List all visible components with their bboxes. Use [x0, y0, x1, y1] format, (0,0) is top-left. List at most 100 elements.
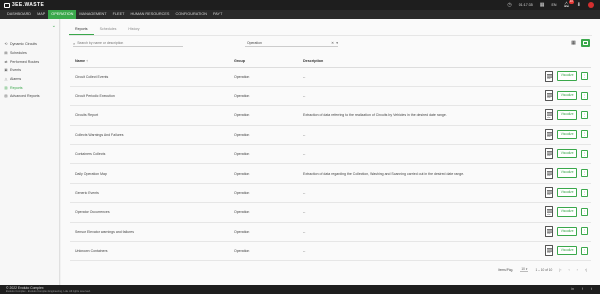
excel-file-icon[interactable]	[545, 167, 554, 179]
event-icon: ▣	[4, 68, 8, 73]
visualize-button[interactable]: Visualize	[557, 207, 577, 217]
nav-item-map[interactable]: MAP	[34, 10, 48, 19]
table-row[interactable]: Unknown ContainersOperation-- Visualize ⋮	[70, 241, 591, 262]
tab-schedules[interactable]: Schedules	[94, 25, 123, 35]
visualize-button[interactable]: Visualize	[557, 168, 577, 178]
visualize-button[interactable]: Visualize	[557, 129, 577, 140]
sidebar-item-advanced-reports[interactable]: ▧ Advanced Reports	[0, 92, 60, 101]
nav-item-dashboard[interactable]: DASHBOARD	[4, 10, 34, 19]
visualize-button[interactable]: Visualize	[557, 110, 577, 120]
next-page-icon[interactable]: ›	[577, 268, 578, 272]
more-options-icon[interactable]: ⋮	[581, 169, 588, 178]
first-page-icon[interactable]: |‹	[559, 268, 561, 272]
visualize-button[interactable]: Visualize	[557, 149, 577, 159]
prev-page-icon[interactable]: ‹	[568, 268, 569, 272]
excel-file-icon[interactable]	[545, 70, 554, 82]
report-description: --	[303, 183, 513, 204]
list-view-button[interactable]	[581, 39, 590, 47]
table-row[interactable]: Circuit Collect EventsOperation--Visuali…	[70, 67, 591, 87]
visualize-button[interactable]: Visualize	[557, 246, 577, 256]
more-options-icon[interactable]: ⋮	[581, 207, 588, 216]
sidebar-item-reports[interactable]: ▥ Reports	[0, 83, 60, 92]
table-row[interactable]: Sensor Elevator warnings and failures Ope…	[70, 222, 591, 243]
visualize-button[interactable]: Visualize	[557, 187, 577, 198]
table-row[interactable]: Daily Operation Map Operation Extraction o…	[70, 163, 591, 184]
more-options-icon[interactable]: ⋮	[581, 130, 588, 139]
page-range: 1 – 10 of 10	[535, 267, 553, 272]
report-description: --	[303, 144, 513, 165]
excel-file-icon[interactable]	[545, 225, 554, 237]
dropdown-arrow-icon: ▾	[525, 267, 528, 271]
clock-time: 01:17:35	[518, 3, 533, 7]
clear-icon[interactable]: ✕	[331, 41, 334, 45]
last-page-icon[interactable]: ›|	[585, 268, 587, 272]
avatar[interactable]	[588, 2, 594, 8]
report-description: Extraction of data regarding the Collect…	[303, 163, 513, 184]
sidebar-item-schedules[interactable]: ▤ Schedules	[0, 49, 60, 58]
excel-file-icon[interactable]	[545, 148, 554, 160]
more-options-icon[interactable]: ⋮	[581, 188, 588, 197]
nav-item-operation[interactable]: OPERATION	[48, 10, 77, 19]
tab-history[interactable]: History	[122, 25, 145, 35]
more-options-icon[interactable]: ⋮	[581, 91, 588, 100]
report-group: Operation	[234, 183, 303, 204]
table-row[interactable]: Collects Warnings And Failures Operation -…	[70, 125, 591, 146]
table-row[interactable]: Circuit Periodic ExecutionOperation--Vis…	[70, 86, 591, 107]
language-selector[interactable]: EN	[551, 1, 556, 9]
tab-reports[interactable]: Reports	[69, 25, 94, 35]
pagination: Items/Pág. 10 ▾ 1 – 10 of 10 |‹ ‹ › ›|	[498, 267, 587, 272]
nav-item-payt[interactable]: PAYT	[210, 10, 225, 19]
dropdown-arrow-icon[interactable]: ▾	[336, 41, 338, 45]
excel-file-icon[interactable]	[545, 128, 554, 140]
sidebar-item-label: Alarms	[10, 77, 22, 82]
report-description: --	[303, 86, 513, 107]
grid-view-icon[interactable]: ▦	[569, 39, 578, 47]
search-input[interactable]	[77, 41, 178, 45]
nav-item-human-resources[interactable]: HUMAN RESOURCES	[127, 10, 172, 19]
linkedin-icon[interactable]: in	[571, 287, 574, 292]
app-logo[interactable]: 3EE.WASTE	[4, 2, 44, 8]
apps-grid-icon[interactable]: ▦	[540, 1, 545, 9]
excel-file-icon[interactable]	[545, 109, 554, 121]
report-description: --	[303, 222, 513, 243]
excel-file-icon[interactable]	[545, 245, 554, 257]
excel-file-icon[interactable]	[545, 206, 554, 218]
download-icon[interactable]: ⬇	[577, 1, 581, 9]
reports-table: Name ↑ Group Description Circuit Collect…	[70, 56, 591, 262]
items-per-page-select[interactable]: 10 ▾	[520, 267, 529, 272]
sidebar-item-performed-routes[interactable]: ⇄ Performed Routes	[0, 57, 60, 66]
bell-icon[interactable]: 🔔︎ 10	[563, 0, 574, 9]
more-options-icon[interactable]: ⋮	[581, 110, 588, 119]
nav-item-fleet[interactable]: FLEET	[110, 10, 128, 19]
more-options-icon[interactable]: ⋮	[581, 227, 588, 236]
table-row[interactable]: Circuits Report Operation Extraction of da…	[70, 105, 591, 126]
more-options-icon[interactable]: ⋮	[581, 72, 588, 81]
row-actions: Visualize ⋮	[513, 202, 591, 223]
sidebar-item-dynamic-circuits[interactable]: ⟲ Dynamic Circuits	[0, 40, 60, 49]
top-bar: 3EE.WASTE ◷ 01:17:35 ▦ EN 🔔︎ 10 ⬇	[0, 0, 600, 10]
column-header-name[interactable]: Name ↑	[70, 56, 234, 68]
footer: © 2022 Evoluto Complex Evoluto Complex -…	[0, 285, 600, 294]
excel-file-icon[interactable]	[545, 90, 554, 102]
sidebar: ⌄ ⟲ Dynamic Circuits ▤ Schedules ⇄ Performe…	[0, 19, 60, 285]
sidebar-item-events[interactable]: ▣ Events	[0, 66, 60, 75]
nav-item-management[interactable]: MANAGEMENT	[76, 10, 109, 19]
twitter-icon[interactable]: t	[591, 287, 592, 292]
table-row[interactable]: Containers CollectsOperation-- Visualize ⋮	[70, 144, 591, 165]
visualize-button[interactable]: Visualize	[557, 71, 577, 81]
report-group: Operation	[234, 241, 303, 262]
sidebar-item-alarms[interactable]: △ Alarms	[0, 75, 60, 84]
more-options-icon[interactable]: ⋮	[581, 149, 588, 158]
facebook-icon[interactable]: f	[582, 287, 583, 292]
more-options-icon[interactable]: ⋮	[581, 246, 588, 255]
table-row[interactable]: Operator OccurrencesOperation--Visualize…	[70, 202, 591, 223]
tab-bar: Reports Schedules History	[69, 25, 146, 35]
group-filter-select[interactable]: Operation ✕ ▾	[245, 40, 338, 47]
nav-item-configuration[interactable]: CONFIGURATION	[172, 10, 210, 19]
table-row[interactable]: Generic EventsOperation-- Visualize ⋮	[70, 183, 591, 204]
report-name: Operator Occurrences	[70, 202, 234, 223]
visualize-button[interactable]: Visualize	[557, 226, 577, 237]
excel-file-icon[interactable]	[545, 187, 554, 199]
chevron-down-icon[interactable]: ⌄	[52, 24, 56, 29]
visualize-button[interactable]: Visualize	[557, 90, 577, 101]
